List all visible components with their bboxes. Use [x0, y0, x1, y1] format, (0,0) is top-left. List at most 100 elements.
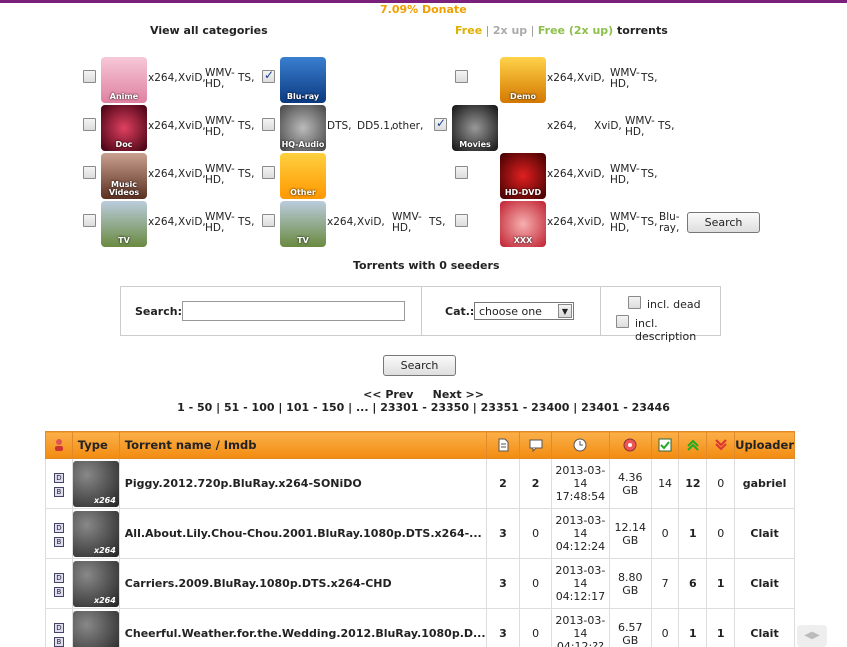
- header-files[interactable]: [485, 431, 521, 459]
- category-icon-hq-audio[interactable]: HQ-Audio: [280, 105, 326, 151]
- table-row[interactable]: D Bx264 Piggy.2012.720p.BluRay.x264-SONiDO…: [45, 458, 795, 509]
- header-snatched[interactable]: [650, 431, 680, 459]
- category-checkbox-other[interactable]: [262, 166, 275, 179]
- search-input[interactable]: [182, 301, 405, 321]
- bookmark-icon[interactable]: B: [53, 636, 64, 647]
- bookmark-icon[interactable]: B: [53, 536, 64, 547]
- free-2x-up-link[interactable]: Free (2x up): [538, 24, 613, 37]
- comments-count[interactable]: 0: [519, 508, 552, 559]
- incl-dead-checkbox[interactable]: [628, 296, 641, 309]
- leechers-count[interactable]: 1: [706, 558, 736, 609]
- free-link[interactable]: Free: [455, 24, 482, 37]
- header-name[interactable]: Torrent name / Imdb: [118, 431, 487, 459]
- download-icon[interactable]: D: [53, 572, 64, 583]
- category-checkbox-hq-audio[interactable]: [262, 118, 275, 131]
- header-person-icon[interactable]: [45, 431, 73, 459]
- seeders-count[interactable]: 6: [678, 558, 708, 609]
- comments-count[interactable]: 0: [519, 558, 552, 609]
- header-size[interactable]: [608, 431, 652, 459]
- category-icon-tv[interactable]: TV: [101, 201, 147, 247]
- uploader-link[interactable]: Clait: [734, 508, 795, 559]
- category-checkbox-blu-ray[interactable]: [262, 68, 275, 83]
- donate-link[interactable]: 7.09% Donate: [380, 3, 467, 16]
- category-icon-xxx[interactable]: XXX: [500, 201, 546, 247]
- category-thumb[interactable]: x264: [72, 560, 119, 607]
- next-page-link[interactable]: Next >>: [433, 388, 484, 401]
- snatched-count[interactable]: 0: [650, 608, 680, 647]
- category-checkbox-hd-dvd[interactable]: [455, 166, 468, 179]
- torrent-name-link[interactable]: Carriers.2009.BluRay.1080p.DTS.x264-CHD: [118, 558, 487, 609]
- download-icon[interactable]: D: [53, 522, 64, 533]
- category-icon-tv[interactable]: TV: [280, 201, 326, 247]
- uploader-link[interactable]: Clait: [734, 558, 795, 609]
- type-cell[interactable]: x264: [71, 558, 120, 609]
- category-icon-anime[interactable]: Anime: [101, 57, 147, 103]
- category-icon-other[interactable]: Other: [280, 153, 326, 199]
- header-added[interactable]: [550, 431, 610, 459]
- leechers-count[interactable]: 0: [706, 508, 736, 559]
- 2x-up-link[interactable]: 2x up: [493, 24, 527, 37]
- category-checkbox-doc[interactable]: [83, 118, 96, 131]
- category-thumb[interactable]: x264: [72, 610, 119, 647]
- table-row[interactable]: D Bx264 Carriers.2009.BluRay.1080p.DTS.x26…: [45, 558, 795, 609]
- leechers-count[interactable]: 0: [706, 458, 736, 509]
- type-cell[interactable]: x264: [71, 508, 120, 559]
- header-comments[interactable]: [519, 431, 552, 459]
- category-icon-doc[interactable]: Doc: [101, 105, 147, 151]
- seeders-count[interactable]: 1: [678, 608, 708, 647]
- category-thumb[interactable]: x264: [72, 460, 119, 507]
- category-icon-hd-dvd[interactable]: HD-DVD: [500, 153, 546, 199]
- search-button[interactable]: Search: [383, 355, 456, 376]
- table-row[interactable]: DBx264Cheerful.Weather.for.the.Wedding.2…: [45, 608, 795, 647]
- category-search-button[interactable]: Search: [687, 212, 760, 233]
- type-cell[interactable]: x264: [71, 458, 120, 509]
- category-select[interactable]: choose one ▼: [474, 302, 574, 320]
- type-cell[interactable]: x264: [71, 608, 120, 647]
- comments-count[interactable]: 0: [519, 608, 552, 647]
- category-checkbox-anime[interactable]: [83, 70, 96, 83]
- download-icon[interactable]: D: [53, 472, 64, 483]
- header-seeders[interactable]: [678, 431, 708, 459]
- category-checkbox-xxx[interactable]: [455, 214, 468, 227]
- comments-count[interactable]: 2: [519, 458, 552, 509]
- category-icon-demo[interactable]: Demo: [500, 57, 546, 103]
- category-checkbox-demo[interactable]: [455, 70, 468, 83]
- prev-page-link[interactable]: << Prev: [363, 388, 413, 401]
- header-type[interactable]: Type: [71, 431, 120, 459]
- seeders-count[interactable]: 12: [678, 458, 708, 509]
- category-checkbox-music-videos[interactable]: [83, 166, 96, 179]
- table-row[interactable]: D Bx264 All.About.Lily.Chou-Chou.2001.BluR…: [45, 508, 795, 559]
- snatched-count[interactable]: 14: [650, 458, 680, 509]
- download-cell[interactable]: DB: [45, 508, 73, 559]
- download-icon[interactable]: D: [53, 622, 64, 633]
- bookmark-icon[interactable]: B: [53, 586, 64, 597]
- category-icon-blu-ray[interactable]: Blu-ray: [280, 57, 326, 103]
- category-icon-music-videos[interactable]: Music Videos: [101, 153, 147, 199]
- torrent-name-link[interactable]: Piggy.2012.720p.BluRay.x264-SONiDO: [118, 458, 487, 509]
- page-ranges[interactable]: 1 - 50 | 51 - 100 | 101 - 150 | ... | 23…: [0, 401, 847, 414]
- uploader-link[interactable]: Clait: [734, 608, 795, 647]
- torrent-name-link[interactable]: All.About.Lily.Chou-Chou.2001.BluRay.108…: [118, 508, 487, 559]
- leechers-count[interactable]: 1: [706, 608, 736, 647]
- download-cell[interactable]: DB: [45, 558, 73, 609]
- snatched-count[interactable]: 7: [650, 558, 680, 609]
- zero-seeders-title[interactable]: Torrents with 0 seeders: [353, 259, 500, 272]
- category-thumb[interactable]: x264: [72, 510, 119, 557]
- snatched-count[interactable]: 0: [650, 508, 680, 559]
- download-cell[interactable]: DB: [45, 458, 73, 509]
- uploader-link[interactable]: gabriel: [734, 458, 795, 509]
- download-cell[interactable]: DB: [45, 608, 73, 647]
- category-icon-movies[interactable]: Movies: [452, 105, 498, 151]
- bookmark-icon[interactable]: B: [53, 486, 64, 497]
- category-checkbox-tv[interactable]: [83, 214, 96, 227]
- torrent-name-link[interactable]: Cheerful.Weather.for.the.Wedding.2012.Bl…: [118, 608, 487, 647]
- seeders-count[interactable]: 1: [678, 508, 708, 559]
- category-checkbox-movies[interactable]: [434, 116, 447, 131]
- category-checkbox-tv[interactable]: [262, 214, 275, 227]
- incl-description-checkbox[interactable]: [616, 315, 629, 328]
- header-uploader[interactable]: Uploader: [734, 431, 795, 459]
- header-leechers[interactable]: [706, 431, 736, 459]
- chevron-down-icon[interactable]: ▼: [558, 304, 572, 318]
- scroll-arrows[interactable]: ◀▶: [797, 625, 827, 647]
- view-all-categories-link[interactable]: View all categories: [150, 24, 268, 37]
